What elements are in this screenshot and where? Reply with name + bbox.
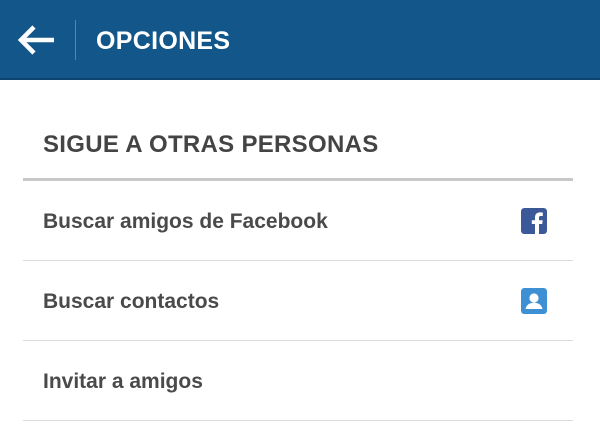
- arrow-left-icon: [17, 25, 54, 55]
- list-item-find-facebook-friends[interactable]: Buscar amigos de Facebook: [23, 181, 573, 261]
- options-screen: OPCIONES SIGUE A OTRAS PERSONAS Buscar a…: [0, 0, 600, 443]
- list-item-label: Invitar a amigos: [43, 370, 203, 393]
- page-title: OPCIONES: [96, 27, 231, 55]
- list-item-label: Buscar contactos: [43, 290, 220, 313]
- back-button[interactable]: [12, 18, 60, 62]
- facebook-icon: [521, 208, 547, 234]
- list-item-find-contacts[interactable]: Buscar contactos: [23, 261, 573, 341]
- section-title: SIGUE A OTRAS PERSONAS: [43, 131, 379, 158]
- top-app-bar: OPCIONES: [0, 0, 600, 80]
- list-item-invite-friends[interactable]: Invitar a amigos: [23, 341, 573, 421]
- list-item-label: Buscar amigos de Facebook: [43, 210, 328, 233]
- header-divider: [75, 20, 76, 60]
- contact-icon: [521, 288, 547, 314]
